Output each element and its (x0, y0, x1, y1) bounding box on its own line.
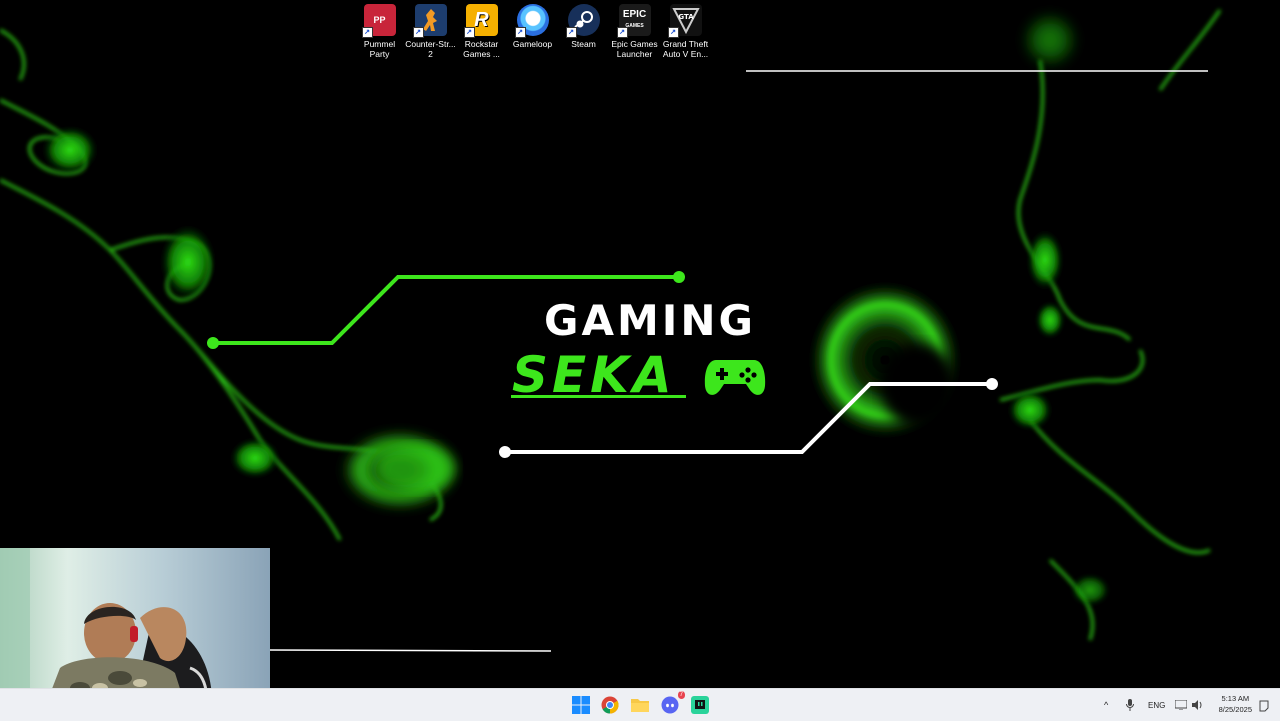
volume-tray[interactable] (1192, 689, 1204, 721)
network-tray[interactable] (1175, 689, 1187, 721)
taskbar-file-explorer[interactable] (630, 695, 650, 715)
notification-icon (1259, 700, 1269, 712)
chrome-icon (601, 696, 619, 714)
counter-strike-icon: ↗ (412, 4, 447, 38)
steam-icon: ↗ (565, 4, 600, 38)
speaker-icon (1192, 700, 1202, 710)
desktop-icon-gta-v[interactable]: GTA ↗ Grand Theft Auto V En... (660, 4, 711, 59)
gameloop-icon: ↗ (514, 4, 549, 38)
desktop-icon-gameloop[interactable]: ↗ Gameloop (507, 4, 558, 59)
desktop-icon-epic-games[interactable]: EPIC GAMES ↗ Epic Games Launcher (609, 4, 660, 59)
twitch-icon (691, 696, 709, 714)
folder-icon (631, 699, 649, 712)
desktop-icon-pummel-party[interactable]: PP ↗ Pummel Party (354, 4, 405, 59)
language-indicator[interactable]: ENG (1148, 689, 1165, 721)
desktop-icon-grid: PP ↗ Pummel Party ↗ Counter-Str... 2 R ↗ Roc… (354, 4, 711, 59)
discord-icon (661, 696, 679, 714)
taskbar-clock[interactable]: 5:13 AM 8/25/2025 (1219, 693, 1252, 715)
taskbar: 7 ^ ENG 5:13 AM 8/25/2025 (0, 688, 1280, 721)
gta-v-icon: GTA ↗ (667, 4, 702, 38)
desktop-icon-rockstar[interactable]: R ↗ Rockstar Games ... (456, 4, 507, 59)
show-hidden-icons-button[interactable]: ^ (1104, 689, 1108, 721)
icon-label-bindings (0, 0, 1, 1)
taskbar-chrome[interactable] (600, 695, 620, 715)
svg-text:GTA: GTA (678, 13, 694, 21)
desktop-icon-label: Gameloop (512, 39, 553, 49)
discord-badge: 7 (677, 691, 685, 699)
gamepad-icon (704, 360, 766, 395)
notification-button[interactable] (1258, 699, 1270, 712)
microphone-tray[interactable] (1126, 689, 1134, 721)
desktop-icon-label: Epic Games Launcher (611, 39, 658, 59)
rockstar-icon: R ↗ (463, 4, 498, 38)
desktop-icon-label: Grand Theft Auto V En... (662, 39, 709, 59)
desktop-icon-label: Pummel Party (363, 39, 396, 59)
clock-time: 5:13 AM (1221, 694, 1250, 703)
network-icon (1175, 700, 1187, 710)
wallpaper-underline (511, 395, 686, 398)
desktop-icon-counter-strike[interactable]: ↗ Counter-Str... 2 (405, 4, 456, 59)
desktop-icon-label: Rockstar Games ... (463, 39, 500, 59)
taskbar-twitch-studio[interactable] (690, 695, 710, 715)
microphone-icon (1126, 699, 1134, 711)
start-button[interactable] (571, 695, 591, 715)
language-label: ENG (1148, 700, 1166, 710)
desktop-icon-label: Counter-Str... 2 (405, 39, 456, 59)
chevron-up-icon: ^ (1104, 700, 1109, 710)
epic-games-icon: EPIC GAMES ↗ (616, 4, 651, 38)
clock-date: 8/25/2025 (1218, 705, 1252, 714)
wallpaper-title-gaming: GAMING (544, 296, 757, 345)
windows-icon (572, 696, 590, 714)
taskbar-discord[interactable]: 7 (660, 691, 685, 715)
pummel-party-icon: PP ↗ (361, 4, 396, 38)
desktop-icon-steam[interactable]: ↗ Steam (558, 4, 609, 59)
desktop-icon-label: Steam (571, 39, 596, 49)
